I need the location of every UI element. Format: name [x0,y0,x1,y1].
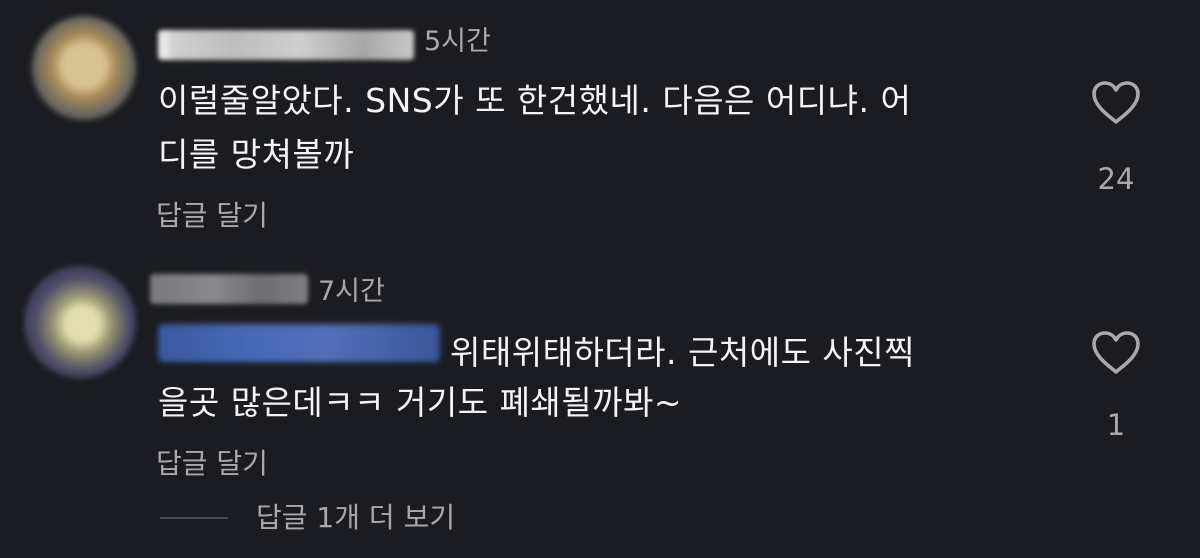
like-count: 1 [1106,408,1126,442]
view-more-replies-button[interactable]: 답글 1개 더 보기 [160,500,455,536]
reply-button[interactable]: 답글 달기 [156,198,268,234]
reply-button[interactable]: 답글 달기 [156,446,268,482]
username-redacted[interactable] [150,274,308,304]
comment-time: 5시간 [424,26,491,57]
like-count: 24 [1097,162,1135,196]
heart-outline-icon [1092,331,1140,374]
comments-screen: 5시간 이럴줄알았다. SNS가 또 한건했네. 다음은 어디냐. 어 디를 망… [0,0,1200,558]
avatar[interactable] [32,16,136,120]
avatar[interactable] [24,266,136,378]
comment-text-line1: 이럴줄알았다. SNS가 또 한건했네. 다음은 어디냐. 어 [158,81,912,120]
username-redacted[interactable] [158,30,414,60]
heart-outline-icon [1092,81,1140,124]
view-more-replies-label: 답글 1개 더 보기 [256,501,456,534]
comment-text-line1: 위태위태하더라. 근처에도 사진찍 [450,333,916,372]
comment-time: 7시간 [318,276,385,307]
mention-redacted[interactable] [158,324,440,362]
divider-line [160,517,228,519]
comment-text-line2: 디를 망쳐볼까 [158,135,355,174]
like-button[interactable]: 24 [1086,80,1146,196]
comment-text-line2: 을곳 많은데ㅋㅋ 거기도 폐쇄될까봐~ [158,383,683,422]
comment-item: 5시간 이럴줄알았다. SNS가 또 한건했네. 다음은 어디냐. 어 디를 망… [0,0,1200,262]
like-button[interactable]: 1 [1086,330,1146,442]
